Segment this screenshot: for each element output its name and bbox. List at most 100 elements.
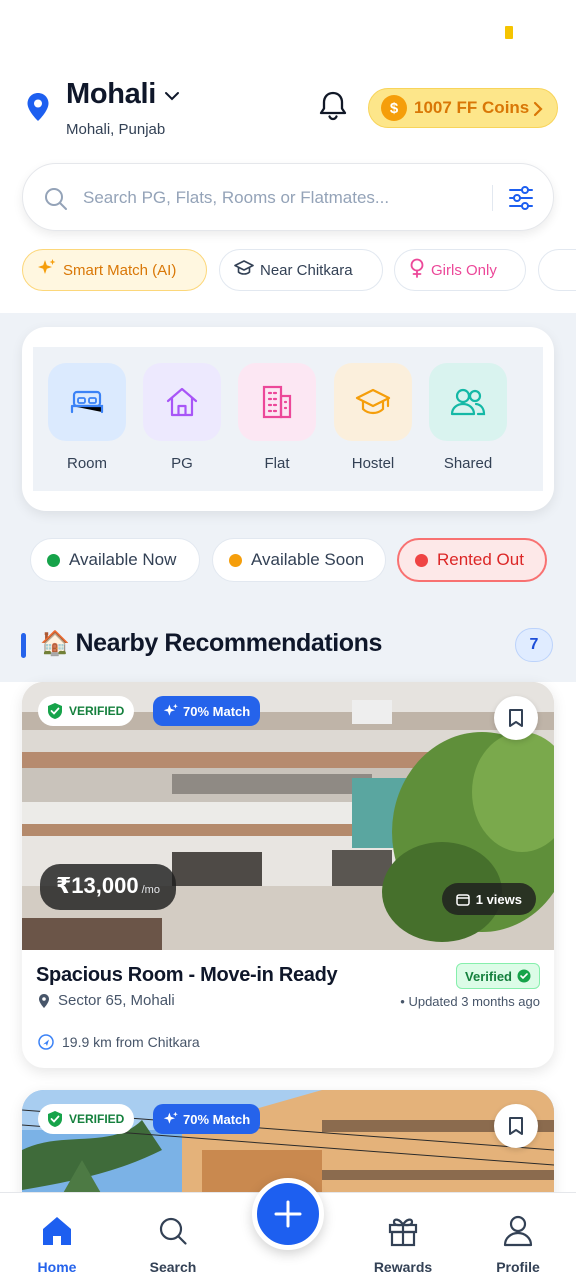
bookmark-icon[interactable] [494,696,538,740]
chevron-right-icon [533,101,543,122]
sparkle-icon [163,1111,178,1124]
category-pg[interactable]: PG [143,363,221,472]
nav-label: Rewards [373,1259,433,1275]
search-icon [128,1213,218,1249]
divider [492,185,493,211]
search-bar [22,163,554,231]
bed-icon [48,363,126,441]
filter-available-now[interactable]: Available Now [30,538,200,582]
category-label: Flat [264,455,290,472]
coin-icon: $ [381,95,407,121]
price-tag: ₹13,000 /mo [40,864,176,910]
nav-rewards[interactable]: Rewards [358,1213,448,1275]
verified-badge: VERIFIED [38,1104,135,1134]
match-badge: 70% Match [153,696,261,726]
sparkle-icon [37,258,57,282]
chip-label: Girls Only [431,261,497,279]
search-icon [43,186,69,217]
section-count-badge: 7 [515,628,553,662]
nav-label: Profile [496,1259,540,1275]
verified-badge: VERIFIED [38,696,135,726]
shield-check-icon [48,703,62,719]
graduation-cap-icon [234,259,254,281]
graduation-cap-icon [334,363,412,441]
verified-tag: Verified [456,963,540,989]
listing-location: Sector 65, Mohali [38,992,175,1009]
coins-button[interactable]: $ 1007 FF Coins [368,88,558,128]
bell-icon[interactable] [318,90,348,127]
location-pin-icon [26,92,50,127]
status-dot [47,553,60,567]
house-icon [143,363,221,441]
users-icon [429,363,507,441]
match-label: 70% Match [183,703,251,719]
user-icon [473,1213,563,1249]
nav-search[interactable]: Search [128,1213,218,1275]
status-dot [229,553,242,567]
category-flat[interactable]: Flat [238,363,316,472]
price-amount: ₹13,000 [56,873,139,898]
category-label: Hostel [351,455,395,472]
match-badge: 70% Match [153,1104,261,1134]
listing-distance: 19.9 km from Chitkara [38,1034,200,1050]
city-selector[interactable]: Mohali [66,78,180,111]
category-hostel[interactable]: Hostel [334,363,412,472]
filter-icon[interactable] [508,184,534,217]
city-subtitle: Mohali, Punjab [66,121,166,138]
bookmark-icon[interactable] [494,1104,538,1148]
nav-profile[interactable]: Profile [473,1213,563,1275]
chip-more[interactable] [538,249,576,291]
listing-updated: • Updated 3 months ago [400,994,540,1009]
coins-label: 1007 FF Coins [414,98,530,117]
chip-label: Near Chitkara [260,261,353,279]
status-dot [415,553,428,567]
filter-available-soon[interactable]: Available Soon [212,538,386,582]
building-icon [238,363,316,441]
views-label: 1 views [475,891,522,907]
filter-chips: Smart Match (AI) Near Chitkara Girls Onl… [22,249,576,291]
category-shared[interactable]: Shared [429,363,507,472]
price-period: /mo [141,884,160,896]
navigation-icon [38,1034,54,1050]
check-circle-icon [517,969,531,983]
chip-girls-only[interactable]: Girls Only [394,249,526,291]
chip-near-chitkara[interactable]: Near Chitkara [219,249,383,291]
chip-label: Smart Match (AI) [63,261,177,279]
category-label: Room [66,455,107,472]
chip-smart-match[interactable]: Smart Match (AI) [22,249,207,291]
pill-label: Available Soon [251,550,365,569]
section-title-text: Nearby Recommendations [75,629,383,657]
pill-label: Available Now [69,550,177,569]
category-label: PG [171,455,193,472]
category-room[interactable]: Room [48,363,126,472]
gift-icon [358,1213,448,1249]
nav-home[interactable]: Home [12,1213,102,1275]
category-grid: Room PG Flat Hostel Shared [33,347,543,491]
verified-tag-label: Verified [465,968,512,984]
nav-label: Home [37,1259,77,1275]
chevron-down-icon [164,88,180,106]
section-title: 🏠 Nearby Recommendations [40,629,382,658]
plus-icon [274,1200,302,1228]
female-icon [409,258,425,282]
sparkle-icon [163,703,178,716]
pill-label: Rented Out [437,550,524,569]
filter-rented-out[interactable]: Rented Out [397,538,547,582]
search-input[interactable] [83,182,483,214]
house-emoji-icon: 🏠 [40,630,70,657]
verified-badge-label: VERIFIED [69,704,125,718]
city-name: Mohali [66,78,157,110]
home-icon [12,1213,102,1249]
status-indicator [505,26,513,39]
listing-distance-text: 19.9 km from Chitkara [62,1034,200,1050]
section-accent-bar [21,633,26,658]
add-listing-button[interactable] [252,1178,324,1250]
shield-check-icon [48,1111,62,1127]
category-card: Room PG Flat Hostel Shared [22,327,554,511]
listing-card[interactable]: VERIFIED 70% Match ₹13,000 /mo 1 views S… [22,682,554,1068]
verified-badge-label: VERIFIED [69,1112,125,1126]
header: Mohali Mohali, Punjab $ 1007 FF Coins [0,60,576,150]
views-badge: 1 views [441,883,536,915]
match-label: 70% Match [183,1111,251,1127]
listing-title: Spacious Room - Move-in Ready [36,964,338,986]
